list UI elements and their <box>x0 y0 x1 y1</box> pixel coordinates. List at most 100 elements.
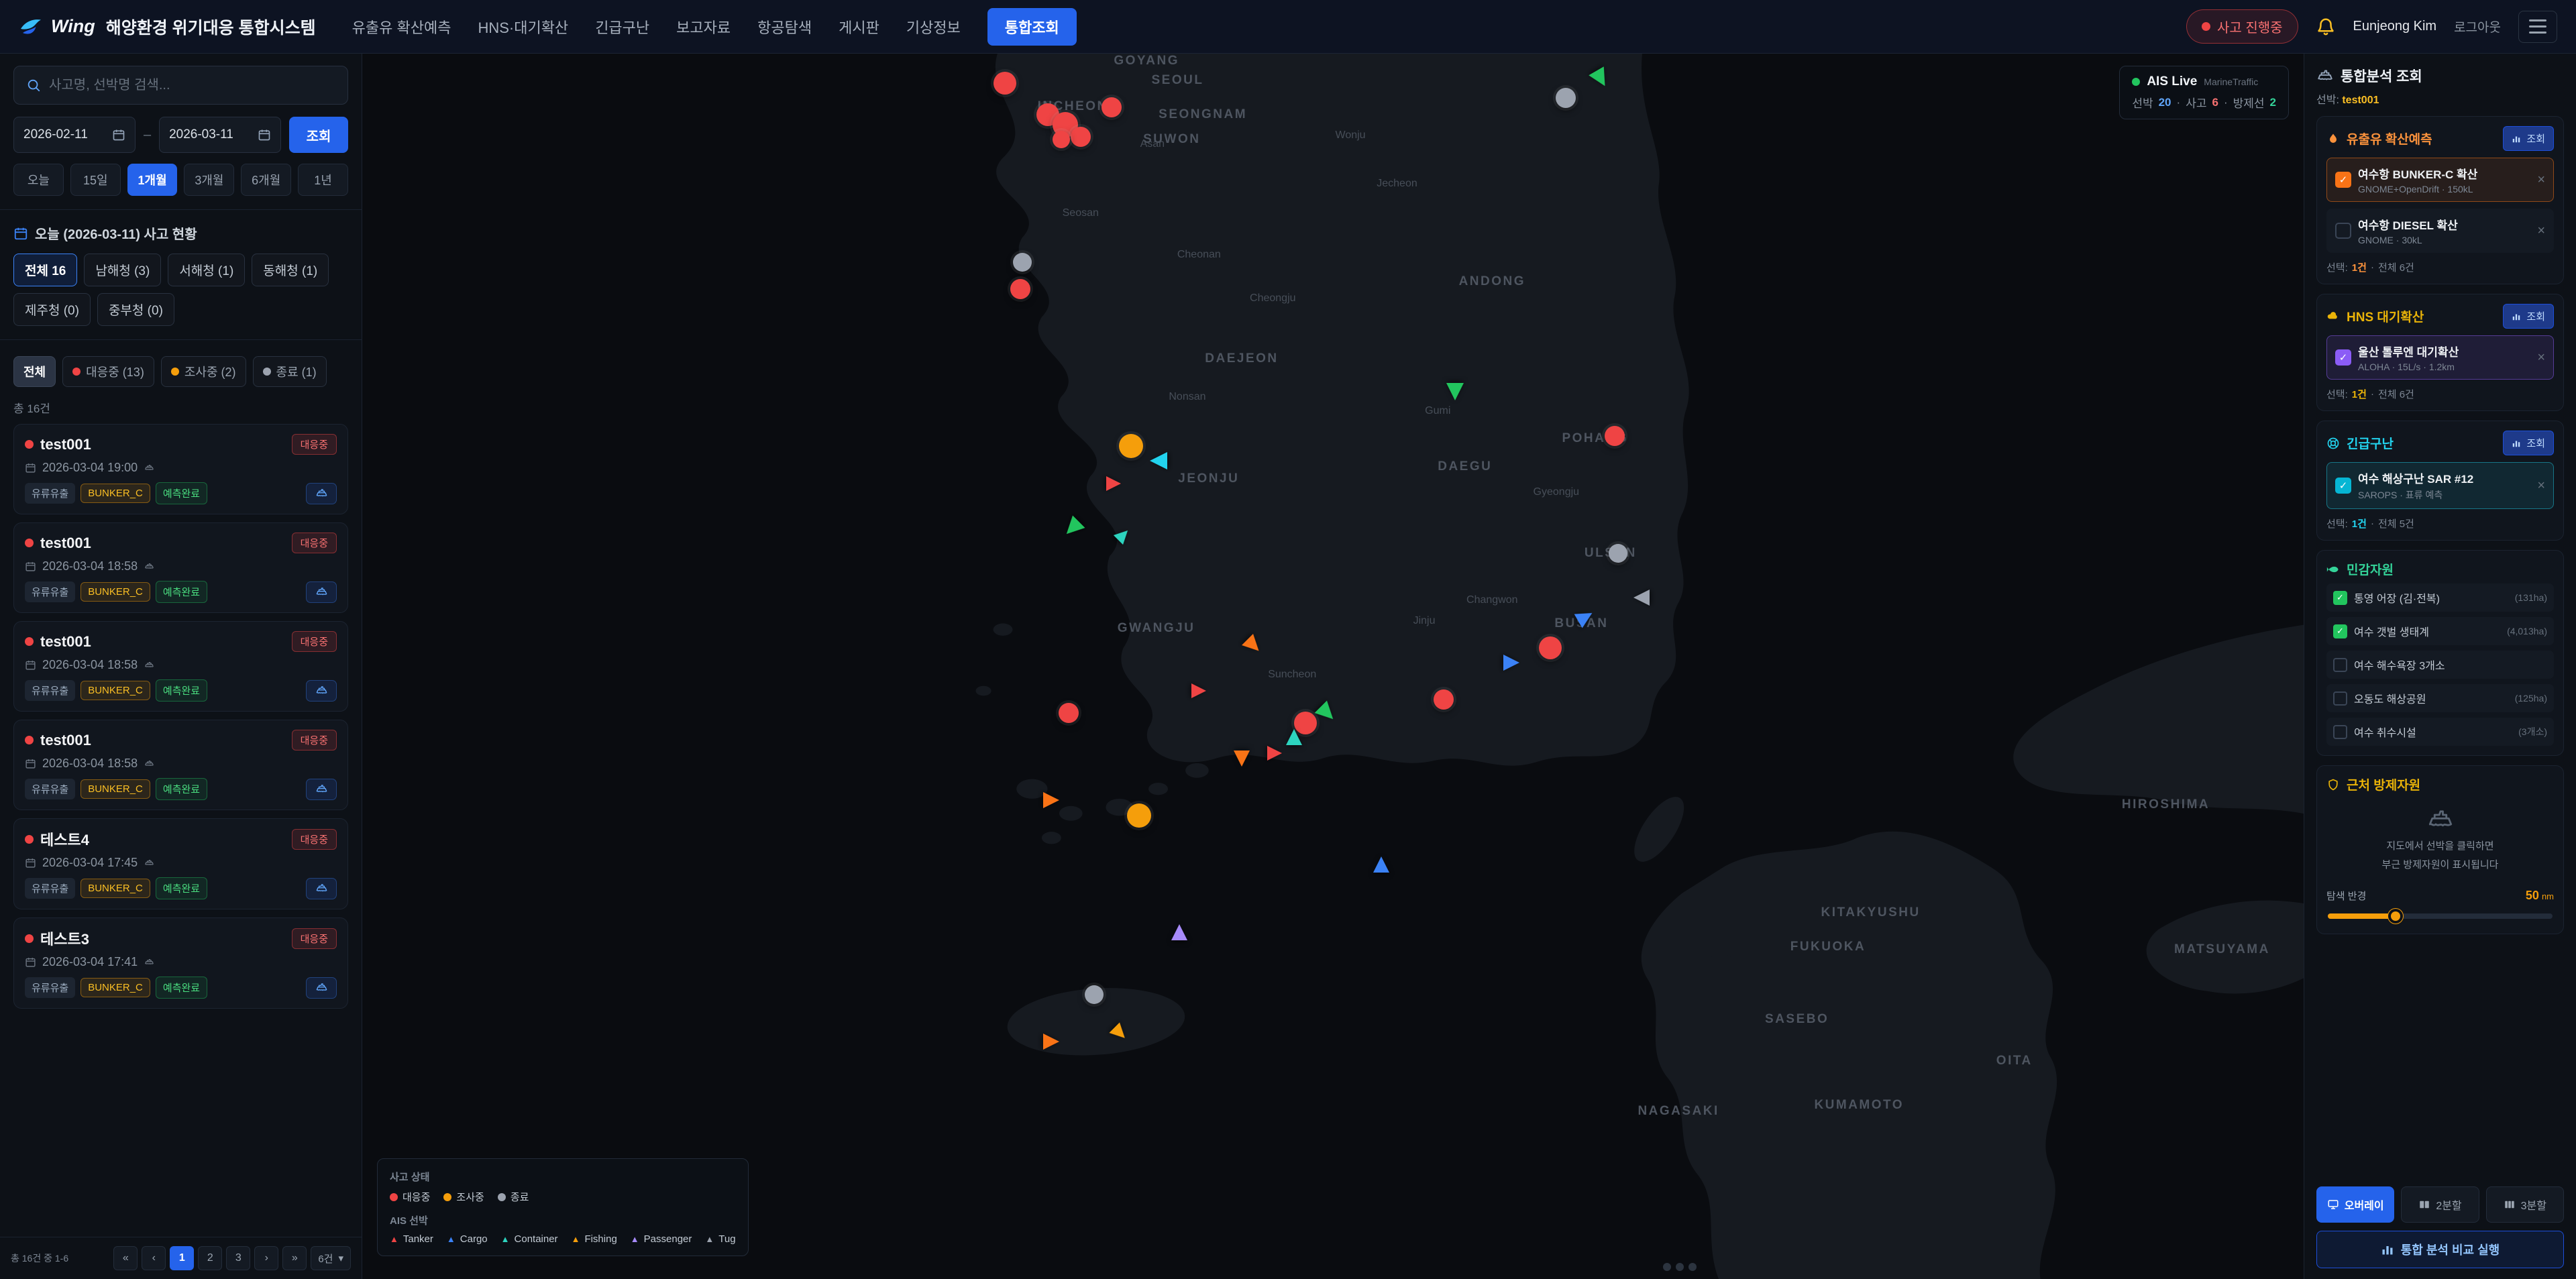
remove-item-button[interactable]: × <box>2537 223 2545 239</box>
radius-slider-thumb[interactable] <box>2388 909 2403 924</box>
vessel-marker[interactable] <box>1446 383 1464 400</box>
status-filter[interactable]: 전체 <box>13 356 56 387</box>
vessel-marker[interactable] <box>1574 606 1597 628</box>
incident-marker[interactable] <box>1059 703 1079 723</box>
status-filter[interactable]: 조사중 (2) <box>161 356 246 387</box>
view-mode-split2[interactable]: 2분할 <box>2401 1186 2479 1223</box>
menu-item[interactable]: 기상정보 <box>906 16 961 38</box>
region-filter[interactable]: 전체 16 <box>13 254 77 286</box>
item-checkbox[interactable] <box>2333 725 2347 739</box>
incident-marker[interactable] <box>1127 803 1151 828</box>
item-checkbox[interactable] <box>2333 658 2347 672</box>
vessel-track-button[interactable] <box>306 680 337 702</box>
incident-marker[interactable] <box>1102 97 1122 117</box>
vessel-marker[interactable] <box>1242 634 1265 657</box>
period-filter[interactable]: 오늘 <box>13 164 64 196</box>
menu-item[interactable]: 항공탐색 <box>757 16 812 38</box>
vessel-marker[interactable] <box>1286 729 1302 745</box>
date-search-button[interactable]: 조회 <box>289 117 348 153</box>
incident-marker[interactable] <box>1010 279 1030 299</box>
vessel-marker[interactable] <box>1234 750 1250 767</box>
vessel-marker[interactable] <box>1114 526 1132 545</box>
remove-item-button[interactable]: × <box>2537 172 2545 188</box>
vessel-track-button[interactable] <box>306 581 337 603</box>
incident-marker[interactable] <box>1609 544 1627 563</box>
item-checkbox[interactable] <box>2335 223 2351 239</box>
menu-item[interactable]: 유출유 확산예측 <box>352 16 451 38</box>
vessel-marker[interactable] <box>1109 1022 1130 1043</box>
vessel-track-button[interactable] <box>306 483 337 504</box>
period-filter[interactable]: 3개월 <box>184 164 234 196</box>
incident-active-badge[interactable]: 사고 진행중 <box>2186 9 2298 44</box>
incident-card[interactable]: test001대응중2026-03-04 18:58유류유출BUNKER_C예측… <box>13 522 348 613</box>
vessel-marker[interactable] <box>1150 452 1167 469</box>
next-page-button[interactable]: › <box>254 1246 278 1270</box>
incident-marker[interactable] <box>1071 127 1091 147</box>
menu-item[interactable]: 통합조회 <box>987 8 1077 46</box>
date-to-input[interactable]: 2026-03-11 <box>159 117 281 153</box>
item-checkbox[interactable]: ✓ <box>2335 478 2351 494</box>
vessel-marker[interactable] <box>1106 476 1121 491</box>
run-analysis-button[interactable]: 통합 분석 비교 실행 <box>2316 1231 2564 1268</box>
incident-card[interactable]: test001대응중2026-03-04 19:00유류유출BUNKER_C예측… <box>13 424 348 514</box>
resource-item[interactable]: 여수 해수욕장 3개소 <box>2326 651 2554 679</box>
date-from-input[interactable]: 2026-02-11 <box>13 117 136 153</box>
first-page-button[interactable]: « <box>113 1246 138 1270</box>
vessel-marker[interactable] <box>1043 792 1059 808</box>
menu-item[interactable]: 게시판 <box>839 16 879 38</box>
vessel-marker[interactable] <box>1171 924 1187 940</box>
view-mode-split3[interactable]: 3분할 <box>2486 1186 2564 1223</box>
incident-card[interactable]: test001대응중2026-03-04 18:58유류유출BUNKER_C예측… <box>13 621 348 712</box>
app-logo[interactable]: Wing 해양환경 위기대응 통합시스템 <box>19 15 316 39</box>
vessel-marker[interactable] <box>1589 66 1613 91</box>
region-filter[interactable]: 동해청 (1) <box>252 254 329 286</box>
region-filter[interactable]: 남해청 (3) <box>84 254 161 286</box>
sar-query-button[interactable]: 조회 <box>2503 431 2554 455</box>
vessel-marker[interactable] <box>1633 590 1650 606</box>
ais-live-panel[interactable]: AIS Live MarineTraffic 선박20·사고6·방제선2 <box>2119 66 2289 119</box>
status-filter[interactable]: 대응중 (13) <box>62 356 154 387</box>
incident-marker[interactable] <box>1013 253 1032 272</box>
map-canvas[interactable]: GOYANGSEOULINCHEONSEONGNAMSUWONAsanWonju… <box>362 54 2304 1279</box>
incident-card[interactable]: 테스트4대응중2026-03-04 17:45유류유출BUNKER_C예측완료 <box>13 818 348 909</box>
resource-item[interactable]: 여수 취수시설(3개소) <box>2326 718 2554 746</box>
view-mode-overlay[interactable]: 오버레이 <box>2316 1186 2394 1223</box>
menu-item[interactable]: 긴급구난 <box>595 16 649 38</box>
page-size-select[interactable]: 6건 ▾ <box>311 1246 351 1270</box>
incident-marker[interactable] <box>1085 985 1104 1004</box>
logout-button[interactable]: 로그아웃 <box>2454 17 2501 36</box>
period-filter[interactable]: 1년 <box>298 164 348 196</box>
item-checkbox[interactable]: ✓ <box>2335 349 2351 366</box>
resource-item[interactable]: 오동도 해상공원(125ha) <box>2326 684 2554 712</box>
incident-marker[interactable] <box>1053 131 1070 148</box>
period-filter[interactable]: 6개월 <box>241 164 291 196</box>
item-checkbox[interactable]: ✓ <box>2333 591 2347 605</box>
search-box[interactable] <box>13 66 348 105</box>
region-filter[interactable]: 중부청 (0) <box>97 293 174 326</box>
vessel-track-button[interactable] <box>306 779 337 800</box>
item-checkbox[interactable]: ✓ <box>2333 624 2347 638</box>
vessel-marker[interactable] <box>1191 683 1206 698</box>
incident-marker[interactable] <box>1539 636 1562 659</box>
page-button[interactable]: 1 <box>170 1246 194 1270</box>
page-button[interactable]: 2 <box>198 1246 222 1270</box>
period-filter[interactable]: 15일 <box>70 164 121 196</box>
vessel-marker[interactable] <box>1061 516 1085 541</box>
incident-marker[interactable] <box>1434 689 1454 710</box>
vessel-marker[interactable] <box>1267 746 1282 761</box>
resource-item[interactable]: ✓여수 갯벌 생태계(4,013ha) <box>2326 617 2554 645</box>
menu-item[interactable]: 보고자료 <box>676 16 731 38</box>
resource-item[interactable]: ✓통영 어장 (김·전복)(131ha) <box>2326 583 2554 612</box>
item-checkbox[interactable]: ✓ <box>2335 172 2351 188</box>
incident-marker[interactable] <box>1605 426 1625 446</box>
analysis-item[interactable]: ✓울산 톨루엔 대기확산ALOHA · 15L/s · 1.2km× <box>2326 335 2554 380</box>
last-page-button[interactable]: » <box>282 1246 307 1270</box>
radius-slider[interactable] <box>2328 913 2553 919</box>
incident-marker[interactable] <box>1556 88 1576 108</box>
region-filter[interactable]: 서해청 (1) <box>168 254 245 286</box>
item-checkbox[interactable] <box>2333 691 2347 706</box>
vessel-track-button[interactable] <box>306 977 337 999</box>
incident-card[interactable]: test001대응중2026-03-04 18:58유류유출BUNKER_C예측… <box>13 720 348 810</box>
notification-bell-icon[interactable] <box>2316 17 2336 37</box>
hns-query-button[interactable]: 조회 <box>2503 304 2554 329</box>
